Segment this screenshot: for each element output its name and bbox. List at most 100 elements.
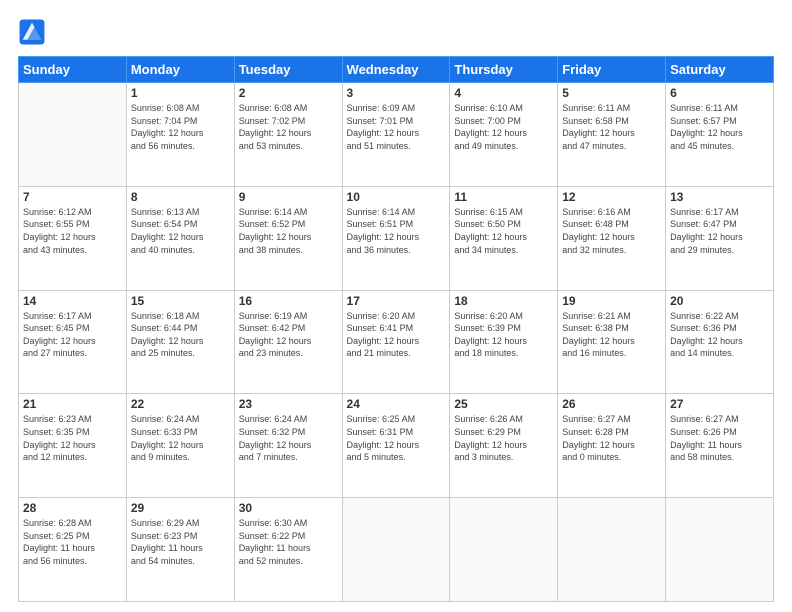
calendar-cell: 28Sunrise: 6:28 AMSunset: 6:25 PMDayligh…	[19, 498, 127, 602]
calendar-cell: 24 Sunrise: 6:25 AMSunset: 6:31 PMDayligh…	[342, 394, 450, 498]
calendar-cell: 29 Sunrise: 6:29 AMSunset: 6:23 PMDayligh…	[126, 498, 234, 602]
day-number: 8	[131, 190, 230, 204]
cell-info: Sunrise: 6:24 AMSunset: 6:33 PMDaylight:…	[131, 413, 230, 463]
cell-info: Sunrise: 6:11 AMSunset: 6:57 PMDaylight:…	[670, 102, 769, 152]
cell-info: Sunrise: 6:18 AMSunset: 6:44 PMDaylight:…	[131, 310, 230, 360]
day-number: 10	[347, 190, 446, 204]
cell-info: Sunrise: 6:20 AMSunset: 6:39 PMDaylight:…	[454, 310, 553, 360]
day-number: 16	[239, 294, 338, 308]
cell-info: Sunrise: 6:27 AMSunset: 6:26 PMDaylight:…	[670, 413, 769, 463]
day-number: 17	[347, 294, 446, 308]
calendar-cell: 3Sunrise: 6:09 AMSunset: 7:01 PMDaylight…	[342, 83, 450, 187]
week-row-4: 21 Sunrise: 6:23 AMSunset: 6:35 PMDayligh…	[19, 394, 774, 498]
day-header-wednesday: Wednesday	[342, 57, 450, 83]
day-number: 29	[131, 501, 230, 515]
calendar-cell: 7 Sunrise: 6:12 AMSunset: 6:55 PMDaylight…	[19, 186, 127, 290]
header-row: SundayMondayTuesdayWednesdayThursdayFrid…	[19, 57, 774, 83]
cell-info: Sunrise: 6:26 AMSunset: 6:29 PMDaylight:…	[454, 413, 553, 463]
calendar-table: SundayMondayTuesdayWednesdayThursdayFrid…	[18, 56, 774, 602]
calendar-cell: 30Sunrise: 6:30 AMSunset: 6:22 PMDayligh…	[234, 498, 342, 602]
day-number: 7	[23, 190, 122, 204]
calendar-cell: 23 Sunrise: 6:24 AMSunset: 6:32 PMDayligh…	[234, 394, 342, 498]
calendar-cell: 18 Sunrise: 6:20 AMSunset: 6:39 PMDayligh…	[450, 290, 558, 394]
cell-info: Sunrise: 6:15 AMSunset: 6:50 PMDaylight:…	[454, 206, 553, 256]
cell-info: Sunrise: 6:27 AMSunset: 6:28 PMDaylight:…	[562, 413, 661, 463]
cell-info: Sunrise: 6:19 AMSunset: 6:42 PMDaylight:…	[239, 310, 338, 360]
day-number: 20	[670, 294, 769, 308]
day-number: 1	[131, 86, 230, 100]
calendar-cell	[558, 498, 666, 602]
day-number: 23	[239, 397, 338, 411]
day-header-friday: Friday	[558, 57, 666, 83]
calendar-cell	[666, 498, 774, 602]
day-number: 13	[670, 190, 769, 204]
page: SundayMondayTuesdayWednesdayThursdayFrid…	[0, 0, 792, 612]
day-number: 12	[562, 190, 661, 204]
day-number: 14	[23, 294, 122, 308]
day-number: 15	[131, 294, 230, 308]
week-row-2: 7 Sunrise: 6:12 AMSunset: 6:55 PMDaylight…	[19, 186, 774, 290]
cell-info: Sunrise: 6:09 AMSunset: 7:01 PMDaylight:…	[347, 102, 446, 152]
cell-info: Sunrise: 6:16 AMSunset: 6:48 PMDaylight:…	[562, 206, 661, 256]
cell-info: Sunrise: 6:17 AMSunset: 6:45 PMDaylight:…	[23, 310, 122, 360]
cell-info: Sunrise: 6:21 AMSunset: 6:38 PMDaylight:…	[562, 310, 661, 360]
day-header-saturday: Saturday	[666, 57, 774, 83]
week-row-3: 14 Sunrise: 6:17 AMSunset: 6:45 PMDayligh…	[19, 290, 774, 394]
calendar-cell: 19 Sunrise: 6:21 AMSunset: 6:38 PMDayligh…	[558, 290, 666, 394]
day-header-tuesday: Tuesday	[234, 57, 342, 83]
day-number: 26	[562, 397, 661, 411]
logo-icon	[18, 18, 46, 46]
cell-info: Sunrise: 6:14 AMSunset: 6:52 PMDaylight:…	[239, 206, 338, 256]
day-number: 25	[454, 397, 553, 411]
calendar-cell: 10 Sunrise: 6:14 AMSunset: 6:51 PMDayligh…	[342, 186, 450, 290]
calendar-cell: 21 Sunrise: 6:23 AMSunset: 6:35 PMDayligh…	[19, 394, 127, 498]
calendar-cell: 22 Sunrise: 6:24 AMSunset: 6:33 PMDayligh…	[126, 394, 234, 498]
week-row-1: 1 Sunrise: 6:08 AMSunset: 7:04 PMDaylight…	[19, 83, 774, 187]
cell-info: Sunrise: 6:08 AMSunset: 7:04 PMDaylight:…	[131, 102, 230, 152]
cell-info: Sunrise: 6:12 AMSunset: 6:55 PMDaylight:…	[23, 206, 122, 256]
day-number: 22	[131, 397, 230, 411]
calendar-cell	[342, 498, 450, 602]
day-number: 21	[23, 397, 122, 411]
cell-info: Sunrise: 6:11 AMSunset: 6:58 PMDaylight:…	[562, 102, 661, 152]
calendar-cell: 9 Sunrise: 6:14 AMSunset: 6:52 PMDaylight…	[234, 186, 342, 290]
day-number: 18	[454, 294, 553, 308]
day-number: 27	[670, 397, 769, 411]
calendar-cell: 2 Sunrise: 6:08 AMSunset: 7:02 PMDaylight…	[234, 83, 342, 187]
calendar-cell: 1 Sunrise: 6:08 AMSunset: 7:04 PMDaylight…	[126, 83, 234, 187]
cell-info: Sunrise: 6:08 AMSunset: 7:02 PMDaylight:…	[239, 102, 338, 152]
header	[18, 18, 774, 46]
cell-info: Sunrise: 6:13 AMSunset: 6:54 PMDaylight:…	[131, 206, 230, 256]
cell-info: Sunrise: 6:23 AMSunset: 6:35 PMDaylight:…	[23, 413, 122, 463]
calendar-cell: 13 Sunrise: 6:17 AMSunset: 6:47 PMDayligh…	[666, 186, 774, 290]
calendar-cell: 12 Sunrise: 6:16 AMSunset: 6:48 PMDayligh…	[558, 186, 666, 290]
cell-info: Sunrise: 6:10 AMSunset: 7:00 PMDaylight:…	[454, 102, 553, 152]
cell-info: Sunrise: 6:17 AMSunset: 6:47 PMDaylight:…	[670, 206, 769, 256]
calendar-cell: 25 Sunrise: 6:26 AMSunset: 6:29 PMDayligh…	[450, 394, 558, 498]
cell-info: Sunrise: 6:22 AMSunset: 6:36 PMDaylight:…	[670, 310, 769, 360]
week-row-5: 28Sunrise: 6:28 AMSunset: 6:25 PMDayligh…	[19, 498, 774, 602]
cell-info: Sunrise: 6:14 AMSunset: 6:51 PMDaylight:…	[347, 206, 446, 256]
calendar-cell: 5 Sunrise: 6:11 AMSunset: 6:58 PMDaylight…	[558, 83, 666, 187]
calendar-cell	[450, 498, 558, 602]
calendar-cell: 27 Sunrise: 6:27 AMSunset: 6:26 PMDayligh…	[666, 394, 774, 498]
day-number: 5	[562, 86, 661, 100]
day-number: 2	[239, 86, 338, 100]
calendar-cell: 8 Sunrise: 6:13 AMSunset: 6:54 PMDaylight…	[126, 186, 234, 290]
day-header-sunday: Sunday	[19, 57, 127, 83]
cell-info: Sunrise: 6:30 AMSunset: 6:22 PMDaylight:…	[239, 517, 338, 567]
day-number: 4	[454, 86, 553, 100]
day-number: 28	[23, 501, 122, 515]
day-number: 24	[347, 397, 446, 411]
day-header-monday: Monday	[126, 57, 234, 83]
cell-info: Sunrise: 6:24 AMSunset: 6:32 PMDaylight:…	[239, 413, 338, 463]
cell-info: Sunrise: 6:29 AMSunset: 6:23 PMDaylight:…	[131, 517, 230, 567]
day-number: 9	[239, 190, 338, 204]
calendar-cell: 11Sunrise: 6:15 AMSunset: 6:50 PMDayligh…	[450, 186, 558, 290]
day-header-thursday: Thursday	[450, 57, 558, 83]
day-number: 19	[562, 294, 661, 308]
calendar-cell: 16 Sunrise: 6:19 AMSunset: 6:42 PMDayligh…	[234, 290, 342, 394]
day-number: 6	[670, 86, 769, 100]
cell-info: Sunrise: 6:25 AMSunset: 6:31 PMDaylight:…	[347, 413, 446, 463]
calendar-cell: 15 Sunrise: 6:18 AMSunset: 6:44 PMDayligh…	[126, 290, 234, 394]
